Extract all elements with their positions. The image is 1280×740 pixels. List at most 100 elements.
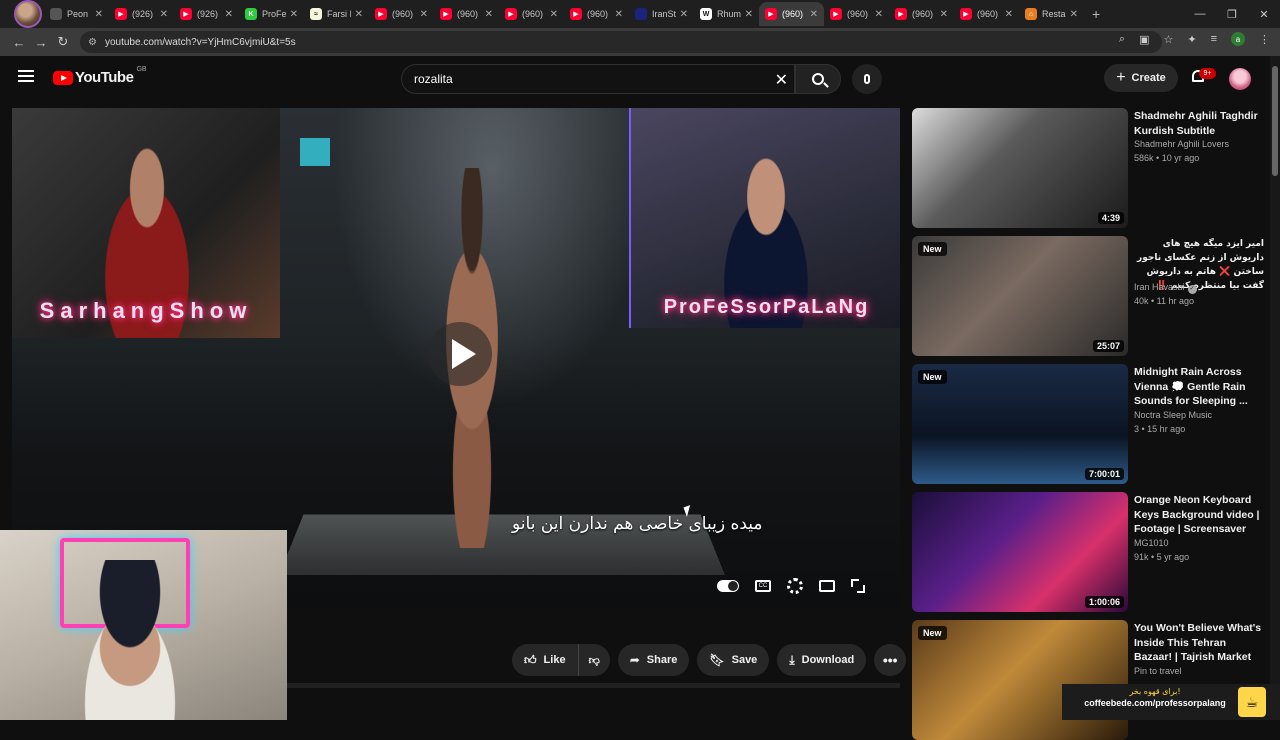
browser-tab[interactable]: ⌂ Resta ✕ <box>1019 2 1084 26</box>
browser-tab[interactable]: ▶ (960) ✕ <box>499 2 564 26</box>
channel-name[interactable]: Shadmehr Aghili Lovers <box>1134 139 1229 149</box>
channel-name[interactable]: MG1010 <box>1134 538 1169 548</box>
new-tab-button[interactable]: + <box>1092 6 1100 22</box>
recommended-video[interactable]: 4:39 Shadmehr Aghili Taghdir Kurdish Subt… <box>912 108 1268 228</box>
settings-gear-icon[interactable] <box>787 578 803 594</box>
video-title[interactable]: Orange Neon Keyboard Keys Background vid… <box>1134 493 1264 537</box>
browser-tab[interactable]: ▶ (960) ✕ <box>564 2 629 26</box>
youtube-logo[interactable]: YouTube GB <box>53 66 147 86</box>
browser-tab[interactable]: ≈ Farsi I ✕ <box>304 2 369 26</box>
save-button[interactable]: 🔖︎ Save <box>697 644 770 676</box>
search-input[interactable]: rozalita ✕ <box>401 64 795 94</box>
recommended-video[interactable]: New 7:00:01 Midnight Rain Across Vienna 💭 … <box>912 364 1268 484</box>
tab-close-icon[interactable]: ✕ <box>745 9 753 20</box>
theater-mode-icon[interactable] <box>819 580 835 592</box>
maximize-button[interactable]: ❐ <box>1216 8 1248 21</box>
url-field[interactable]: ⚙ youtube.com/watch?v=YjHmC6vjmiU&t=5s <box>80 31 1162 53</box>
play-button[interactable] <box>428 322 492 386</box>
browser-tab[interactable]: ▶ (960) ✕ <box>759 2 824 26</box>
video-title[interactable]: Midnight Rain Across Vienna 💭 Gentle Rai… <box>1134 365 1264 409</box>
tab-favicon-icon: ▶ <box>765 8 777 20</box>
tab-close-icon[interactable]: ✕ <box>355 9 363 20</box>
video-duration: 7:00:01 <box>1084 468 1124 480</box>
tab-favicon-icon: ▶ <box>180 8 192 20</box>
browser-tab[interactable]: ▶ (960) ✕ <box>889 2 954 26</box>
minimize-button[interactable]: — <box>1184 8 1216 20</box>
browser-tab[interactable]: ▶ (960) ✕ <box>369 2 434 26</box>
autoplay-toggle[interactable] <box>717 580 739 592</box>
tab-close-icon[interactable]: ✕ <box>225 9 233 20</box>
tab-close-icon[interactable]: ✕ <box>290 9 298 20</box>
browser-profile-avatar[interactable] <box>14 0 42 28</box>
share-button[interactable]: ➦ Share <box>617 644 690 676</box>
tab-close-icon[interactable]: ✕ <box>550 9 558 20</box>
download-icon: ⤓ <box>789 652 795 667</box>
channel-name[interactable]: Iran Havashi ✓ <box>1134 282 1197 294</box>
video-meta: 3 • 15 hr ago <box>1134 423 1186 434</box>
browser-tab[interactable]: ▶ (960) ✕ <box>824 2 889 26</box>
media-controls-icon[interactable]: ≡ <box>1211 33 1217 45</box>
forward-button[interactable]: → <box>30 35 52 50</box>
tab-close-icon[interactable]: ✕ <box>485 9 493 20</box>
clear-search-icon[interactable]: ✕ <box>775 70 788 90</box>
reload-button[interactable]: ↻ <box>52 34 74 50</box>
zoom-icon[interactable]: ⌕ <box>1119 33 1125 46</box>
video-duration: 4:39 <box>1097 212 1124 224</box>
recommended-video[interactable]: New You Won't Believe What's Inside This … <box>912 620 1268 740</box>
browser-tab[interactable]: ▶ (926) ✕ <box>109 2 174 26</box>
like-button[interactable]: 👍︎ Like <box>512 644 579 676</box>
channel-name-text: Pin to travel <box>1134 665 1182 676</box>
browser-tab[interactable]: ▶ (960) ✕ <box>954 2 1019 26</box>
video-thumbnail[interactable]: New <box>912 620 1128 740</box>
tab-close-icon[interactable]: ✕ <box>1070 9 1078 20</box>
coffee-donation-widget[interactable]: برای قهوه بخر! coffeebede.com/professorp… <box>1062 684 1280 720</box>
video-thumbnail[interactable]: 4:39 <box>912 108 1128 228</box>
video-title[interactable]: You Won't Believe What's Inside This Teh… <box>1134 621 1264 665</box>
channel-name[interactable]: Noctra Sleep Music <box>1134 410 1212 420</box>
menu-hamburger-icon[interactable] <box>18 70 34 82</box>
video-thumbnail[interactable]: 1:00:06 <box>912 492 1128 612</box>
download-button[interactable]: ⤓ Download <box>777 644 867 676</box>
browser-tab[interactable]: ▶ (926) ✕ <box>174 2 239 26</box>
fullscreen-icon[interactable] <box>851 579 865 593</box>
more-actions-button[interactable]: ••• <box>874 644 907 676</box>
tab-close-icon[interactable]: ✕ <box>615 9 623 20</box>
create-button[interactable]: + Create <box>1104 64 1178 92</box>
browser-tab[interactable]: ▶ (960) ✕ <box>434 2 499 26</box>
site-info-icon[interactable]: ⚙ <box>88 37 97 48</box>
tab-close-icon[interactable]: ✕ <box>420 9 428 20</box>
recommended-video[interactable]: New 25:07 امیر ایزد میگه هیچ های داریوش از… <box>912 236 1268 356</box>
browser-tab[interactable]: K ProFe ✕ <box>239 2 304 26</box>
tab-close-icon[interactable]: ✕ <box>160 9 168 20</box>
tab-close-icon[interactable]: ✕ <box>875 9 883 20</box>
browser-tab[interactable]: W Rhum ✕ <box>694 2 759 26</box>
tab-title: (960) <box>847 9 869 19</box>
tab-close-icon[interactable]: ✕ <box>810 9 818 20</box>
account-avatar[interactable] <box>1229 68 1251 90</box>
back-button[interactable]: ← <box>8 35 30 50</box>
video-thumbnail[interactable]: New 25:07 <box>912 236 1128 356</box>
download-label: Download <box>801 654 855 666</box>
video-thumbnail[interactable]: New 7:00:01 <box>912 364 1128 484</box>
voice-search-button[interactable] <box>852 64 882 94</box>
search-button[interactable] <box>795 64 841 94</box>
page-scrollbar[interactable] <box>1270 56 1280 686</box>
bookmark-star-icon[interactable]: ☆ <box>1163 33 1173 46</box>
close-window-button[interactable]: ✕ <box>1248 8 1280 21</box>
extensions-icon[interactable]: ✦ <box>1187 33 1196 46</box>
video-title[interactable]: Shadmehr Aghili Taghdir Kurdish Subtitle <box>1134 109 1264 138</box>
channel-name[interactable]: Pin to travel <box>1134 666 1182 676</box>
tab-close-icon[interactable]: ✕ <box>940 9 948 20</box>
scrollbar-thumb[interactable] <box>1272 66 1278 176</box>
captions-icon[interactable]: CC <box>755 580 771 592</box>
tab-close-icon[interactable]: ✕ <box>95 9 103 20</box>
browser-tab[interactable]: IranSt ✕ <box>629 2 694 26</box>
profile-icon[interactable]: a <box>1231 32 1245 46</box>
tab-close-icon[interactable]: ✕ <box>680 9 688 20</box>
menu-dots-icon[interactable]: ⋮ <box>1259 33 1270 46</box>
cast-icon[interactable]: ▣ <box>1139 33 1149 46</box>
browser-tab[interactable]: Peon ✕ <box>44 2 109 26</box>
tab-close-icon[interactable]: ✕ <box>1005 9 1013 20</box>
dislike-button[interactable]: 👎︎ <box>578 644 610 676</box>
recommended-video[interactable]: 1:00:06 Orange Neon Keyboard Keys Backgro… <box>912 492 1268 612</box>
